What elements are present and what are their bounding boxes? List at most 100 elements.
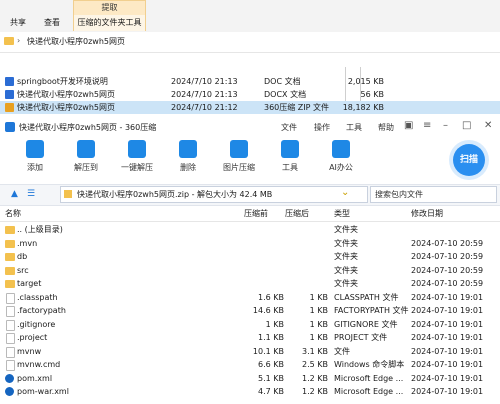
chevron-right-icon[interactable]: › xyxy=(17,36,20,45)
modified-date: 2024-07-10 19:01 xyxy=(411,346,484,356)
column-header-modified[interactable]: 修改日期 xyxy=(411,207,443,221)
column-divider xyxy=(360,67,361,101)
menu-icon[interactable]: ≡ xyxy=(423,120,431,131)
ai-office-icon xyxy=(332,140,350,158)
modified-date: 2024-07-10 19:01 xyxy=(411,306,484,315)
size-after: 1.2 KB xyxy=(302,387,328,396)
folder-icon xyxy=(5,280,15,288)
file-row[interactable]: springboot开发环境说明 2024/7/10 21:13 DOC 文档 … xyxy=(0,75,500,88)
extract-to-icon xyxy=(77,140,95,158)
size-after: 1.2 KB xyxy=(302,373,328,383)
size-before: 14.6 KB xyxy=(252,306,284,315)
table-row[interactable]: db 文件夹 2024-07-10 20:59 xyxy=(0,250,500,264)
up-arrow-icon[interactable]: ▲ xyxy=(11,189,18,199)
explorer-address-bar[interactable]: › 快递代取小程序0zwh5网页 xyxy=(0,32,500,53)
table-row[interactable]: .classpath 1.6 KB 1 KB CLASSPATH 文件 2024-07-… xyxy=(0,291,500,305)
minimize-icon[interactable]: – xyxy=(443,120,448,131)
column-headers: 名称 压缩前 压缩后 类型 修改日期 xyxy=(0,207,500,222)
file-row[interactable]: 快递代取小程序0zwh5网页 2024/7/10 21:13 DOCX 文档 5… xyxy=(0,88,500,101)
file-type: Windows 命令脚本 xyxy=(334,360,405,369)
modified-date: 2024-07-10 20:59 xyxy=(411,279,484,288)
file-type: PROJECT 文件 xyxy=(334,333,388,342)
file-icon xyxy=(6,346,15,358)
one-click-extract-button[interactable]: 一键解压 xyxy=(117,140,157,173)
table-row[interactable]: .mvn 文件夹 2024-07-10 20:59 xyxy=(0,237,500,251)
file-name: mvnw.cmd xyxy=(17,360,61,369)
file-name: target xyxy=(17,279,42,288)
modified-date: 2024-07-10 20:59 xyxy=(411,265,484,275)
folder-icon xyxy=(5,239,15,248)
modified-date: 2024-07-10 19:01 xyxy=(411,292,484,302)
search-input[interactable]: 搜索包内文件 xyxy=(370,186,497,203)
size-after: 1 KB xyxy=(309,319,328,329)
table-row[interactable]: target 文件夹 2024-07-10 20:59 xyxy=(0,277,500,291)
size-before: 5.1 KB xyxy=(258,373,284,383)
archive-path-field[interactable]: 快递代取小程序0zwh5网页.zip - 解包大小为 42.4 MB ⌄ xyxy=(60,186,368,203)
size-before: 1.6 KB xyxy=(258,292,284,302)
table-row[interactable]: .project 1.1 KB 1 KB PROJECT 文件 2024-07-10 1… xyxy=(0,331,500,345)
column-divider xyxy=(345,67,346,101)
table-row[interactable]: mvnw.cmd 6.6 KB 2.5 KB Windows 命令脚本 2024-07-… xyxy=(0,358,500,372)
size-after: 3.1 KB xyxy=(302,346,328,356)
column-header-compressed[interactable]: 压缩前 xyxy=(244,207,268,221)
table-row[interactable]: .. (上级目录) 文件夹 xyxy=(0,223,500,237)
menu-file[interactable]: 文件 xyxy=(281,122,297,133)
table-row[interactable]: mvnw 10.1 KB 3.1 KB 文件 2024-07-10 19:01 xyxy=(0,345,500,359)
column-header-name[interactable]: 名称 xyxy=(5,207,21,221)
file-icon xyxy=(6,306,15,317)
tools-button[interactable]: 工具 xyxy=(270,140,310,173)
file-icon xyxy=(6,319,15,331)
table-row[interactable]: .factorypath 14.6 KB 1 KB FACTORYPATH 文件 202… xyxy=(0,304,500,318)
image-compress-button[interactable]: 图片压缩 xyxy=(219,140,259,173)
tab-share[interactable]: 共享 xyxy=(10,16,26,30)
add-icon xyxy=(26,140,44,158)
size-after: 1 KB xyxy=(309,333,328,342)
table-row[interactable]: pom-war.xml 4.7 KB 1.2 KB Microsoft Edge ..… xyxy=(0,385,500,399)
column-header-type[interactable]: 类型 xyxy=(334,207,350,221)
file-type: FACTORYPATH 文件 xyxy=(334,306,409,315)
size-after: 1 KB xyxy=(309,306,328,315)
file-type: 文件夹 xyxy=(334,238,358,248)
size-before: 6.6 KB xyxy=(258,360,284,369)
table-row[interactable]: src 文件夹 2024-07-10 20:59 xyxy=(0,264,500,278)
column-header-packed[interactable]: 压缩后 xyxy=(285,207,309,221)
close-icon[interactable]: ✕ xyxy=(484,120,492,131)
add-button[interactable]: 添加 xyxy=(15,140,55,173)
table-row[interactable]: pom.xml 5.1 KB 1.2 KB Microsoft Edge ... 202… xyxy=(0,372,500,386)
menu-operations[interactable]: 操作 xyxy=(314,122,330,133)
file-name: .factorypath xyxy=(17,306,66,315)
scan-button[interactable]: 扫描 xyxy=(453,144,485,176)
file-name: pom-war.xml xyxy=(17,387,69,396)
extract-to-button[interactable]: 解压到 xyxy=(66,140,106,173)
chevron-down-icon[interactable]: ⌄ xyxy=(341,187,349,198)
file-type: 文件夹 xyxy=(334,265,358,275)
word-doc-icon xyxy=(5,90,14,99)
context-tab-header-extract[interactable]: 提取 xyxy=(73,0,146,16)
maximize-icon[interactable]: □ xyxy=(462,120,471,131)
folder-icon xyxy=(5,253,15,261)
tab-compressed-folder-tools[interactable]: 压缩的文件夹工具 xyxy=(73,15,146,31)
file-type: 文件夹 xyxy=(334,252,358,261)
file-type: 文件夹 xyxy=(334,225,358,234)
ai-office-button[interactable]: AI办公 xyxy=(321,140,361,173)
delete-button[interactable]: 删除 xyxy=(168,140,208,173)
zip-archive-icon xyxy=(64,190,72,198)
folder-icon xyxy=(4,37,14,45)
window-title: 快递代取小程序0zwh5网页 - 360压缩 xyxy=(19,123,157,132)
archive-path-text: 快递代取小程序0zwh5网页.zip - 解包大小为 42.4 MB xyxy=(77,190,273,199)
file-name: src xyxy=(17,265,29,275)
file-type: Microsoft Edge ... xyxy=(334,373,404,383)
view-toggle-icon[interactable]: ☰ xyxy=(27,189,35,199)
edge-file-icon xyxy=(5,387,14,396)
address-path[interactable]: 快递代取小程序0zwh5网页 xyxy=(27,36,125,47)
modified-date: 2024-07-10 20:59 xyxy=(411,252,484,261)
tab-view[interactable]: 查看 xyxy=(44,16,60,30)
file-row-selected[interactable]: 快递代取小程序0zwh5网页 2024/7/10 21:12 360压缩 ZIP… xyxy=(0,101,500,114)
modified-date: 2024-07-10 19:01 xyxy=(411,387,484,396)
skin-icon[interactable]: ▣ xyxy=(404,120,413,131)
file-icon xyxy=(6,333,15,344)
modified-date: 2024-07-10 19:01 xyxy=(411,360,484,369)
menu-tools[interactable]: 工具 xyxy=(346,122,362,133)
table-row[interactable]: .gitignore 1 KB 1 KB GITIGNORE 文件 2024-07-10… xyxy=(0,318,500,332)
menu-help[interactable]: 帮助 xyxy=(378,122,394,133)
